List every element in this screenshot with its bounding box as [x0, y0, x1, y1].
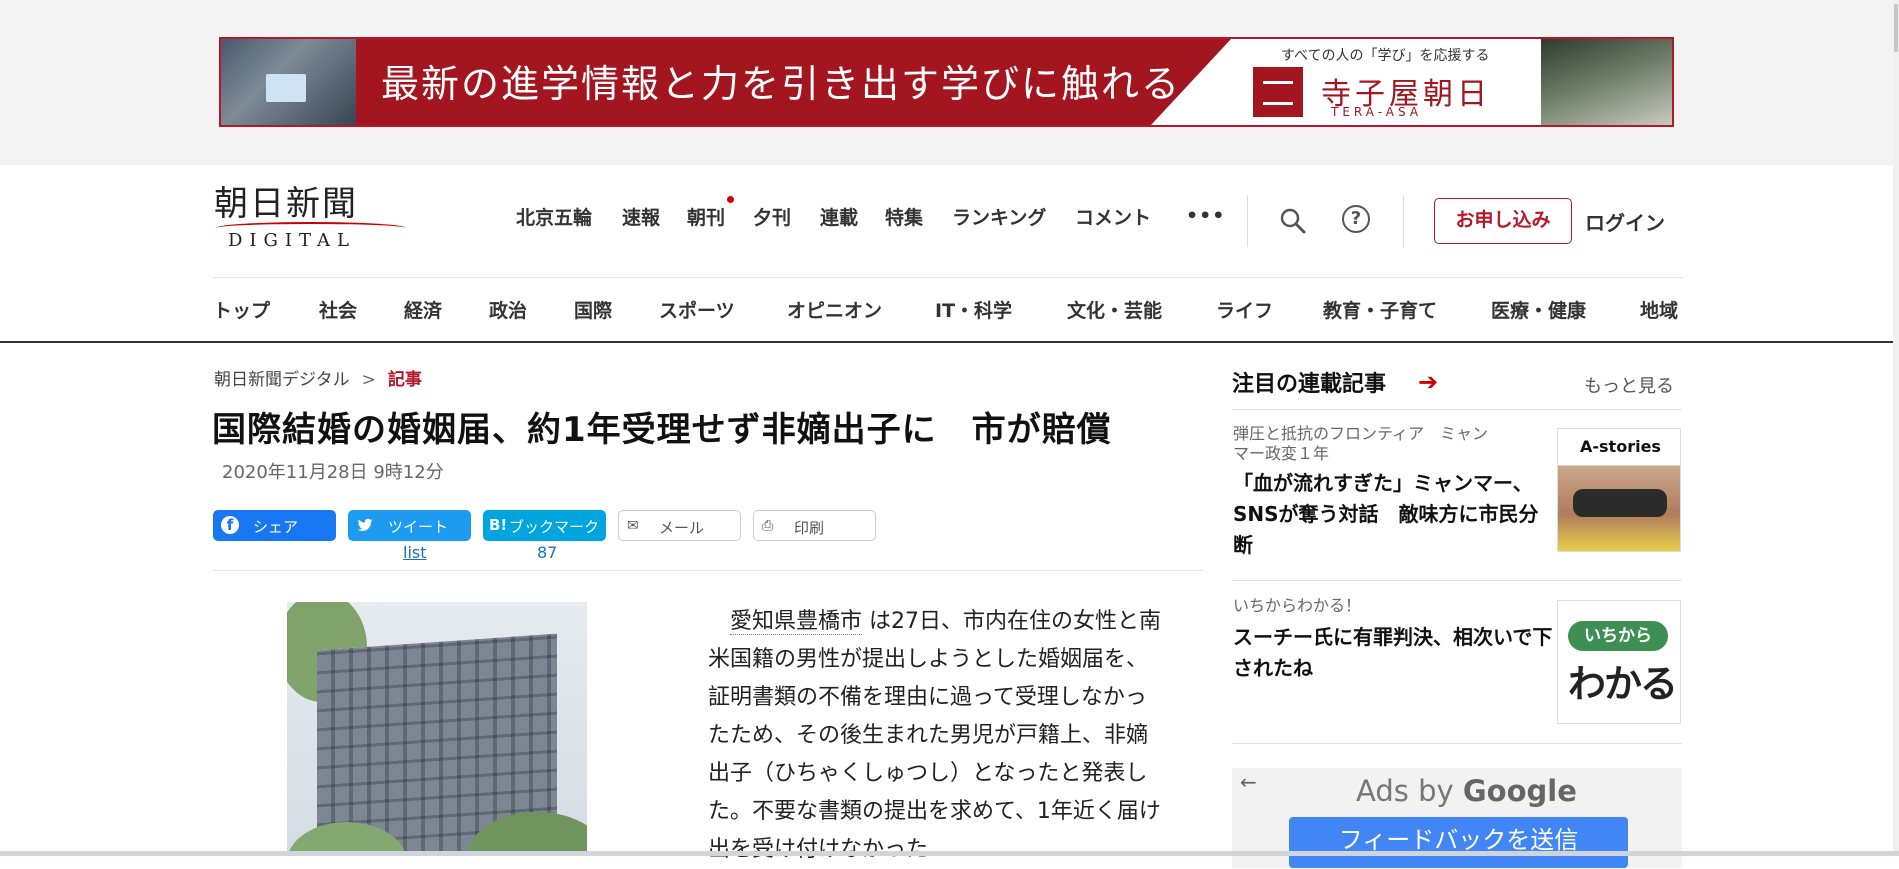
sidebar-item-1-title[interactable]: 「血が流れすぎた」ミャンマー、SNSが奪う対話 敵味方に市民分断: [1233, 468, 1558, 561]
twitter-icon: [357, 518, 373, 532]
article-photo[interactable]: [287, 602, 587, 856]
category-life[interactable]: ライフ: [1216, 296, 1273, 323]
more-icon[interactable]: •••: [1186, 205, 1225, 227]
login-link[interactable]: ログイン: [1585, 207, 1665, 236]
sidebar-item-1-thumbnail[interactable]: A-stories: [1557, 428, 1681, 552]
category-local[interactable]: 地域: [1640, 296, 1678, 323]
help-icon[interactable]: ?: [1342, 205, 1370, 233]
category-international[interactable]: 国際: [574, 296, 612, 323]
banner-tagline: すべての人の「学び」を応援する: [1281, 48, 1490, 64]
bottom-scroll-indicator: [0, 851, 1899, 856]
nav-item-series[interactable]: 連載: [820, 203, 858, 230]
sidebar-heading[interactable]: 注目の連載記事: [1232, 366, 1386, 398]
article-title: 国際結婚の婚姻届、約1年受理せず非嫡出子に 市が賠償: [212, 410, 1112, 450]
breadcrumb: 朝日新聞デジタル > 記事: [214, 365, 422, 390]
wakaru-logo: わかる!: [1568, 653, 1680, 708]
banner-photo-right: [1541, 39, 1672, 125]
sidebar-item-1-kicker[interactable]: 弾圧と抵抗のフロンティア ミャンマー政変１年: [1233, 424, 1493, 464]
nav-separator-2: [1403, 195, 1404, 247]
breadcrumb-current: 記事: [387, 370, 422, 390]
a-stories-logo: A-stories: [1580, 437, 1661, 456]
wakaru-exclamation: !: [1676, 662, 1680, 706]
banner-diagonal: [1151, 39, 1231, 125]
send-feedback-button[interactable]: フィードバックを送信: [1289, 817, 1628, 868]
nav-item-features[interactable]: 特集: [885, 203, 923, 230]
category-it-science[interactable]: IT・科学: [935, 296, 1012, 323]
twitter-tweet-label: ツイート: [388, 518, 449, 536]
sidebar-more-link[interactable]: もっと見る: [1584, 372, 1674, 398]
arrow-right-icon[interactable]: ➔: [1418, 368, 1438, 396]
sidebar-divider-bottom: [1232, 743, 1682, 744]
sidebar-divider-top: [1232, 409, 1682, 410]
print-icon: ⎙: [762, 518, 774, 534]
print-button[interactable]: ⎙ 印刷: [753, 510, 876, 541]
article-body-text: は27日、市内在住の女性と南米国籍の男性が提出しようとした婚姻届を、証明書類の不…: [708, 609, 1162, 862]
category-education[interactable]: 教育・子育て: [1323, 296, 1437, 323]
print-label: 印刷: [794, 519, 825, 537]
nav-item-ranking[interactable]: ランキング: [952, 203, 1046, 230]
hatena-icon: B!: [489, 516, 508, 534]
hatena-bookmark-label: ブックマーク: [509, 518, 600, 536]
facebook-icon: f: [221, 516, 239, 534]
banner-photo-left: [221, 39, 356, 125]
sidebar-item-2-thumbnail[interactable]: いちから わかる!: [1557, 600, 1681, 724]
site-logo[interactable]: 朝日新聞 DIGITAL: [214, 186, 409, 252]
hatena-bookmark-button[interactable]: B! ブックマーク: [483, 510, 606, 541]
hatena-count[interactable]: 87: [537, 543, 557, 562]
article-body: 愛知県豊橋市 は27日、市内在住の女性と南米国籍の男性が提出しようとした婚姻届を…: [708, 603, 1168, 869]
subscribe-button[interactable]: お申し込み: [1434, 198, 1572, 244]
facebook-share-label: シェア: [253, 518, 299, 536]
banner-brand-en: TERA-ASA: [1331, 105, 1423, 119]
twitter-count-link[interactable]: list: [403, 543, 427, 562]
share-divider: [213, 570, 1203, 571]
nav-item-morning[interactable]: 朝刊: [687, 203, 725, 230]
thumbnail-face-mask: [1573, 489, 1667, 517]
nav-separator: [1247, 195, 1248, 247]
ads-by-label: Ads by: [1356, 774, 1454, 808]
category-health[interactable]: 医療・健康: [1491, 296, 1586, 323]
ads-by-google[interactable]: Ads by Google: [1356, 774, 1577, 808]
logo-en: DIGITAL: [228, 230, 357, 251]
mail-button[interactable]: ✉ メール: [618, 510, 741, 541]
breadcrumb-home[interactable]: 朝日新聞デジタル: [214, 370, 350, 390]
ichikara-pill: いちから: [1568, 621, 1668, 651]
nav-item-breaking[interactable]: 速報: [622, 203, 660, 230]
header-divider: [213, 277, 1683, 278]
sidebar-divider-mid: [1232, 580, 1682, 581]
nav-item-olympics[interactable]: 北京五輪: [516, 203, 592, 230]
category-economy[interactable]: 経済: [404, 296, 442, 323]
banner-headline: 最新の進学情報と力を引き出す学びに触れる: [381, 62, 1182, 106]
mail-icon: ✉: [627, 518, 639, 534]
back-arrow-icon[interactable]: ←: [1240, 770, 1257, 794]
category-sports[interactable]: スポーツ: [659, 296, 735, 323]
logo-jp: 朝日新聞: [214, 184, 358, 224]
wakaru-text: わかる: [1568, 662, 1678, 706]
category-top[interactable]: トップ: [213, 296, 270, 323]
category-nav-underline: [0, 341, 1899, 343]
search-icon[interactable]: [1279, 207, 1307, 235]
category-politics[interactable]: 政治: [489, 296, 527, 323]
category-society[interactable]: 社会: [319, 296, 357, 323]
article-place-link[interactable]: 愛知県豊橋市: [730, 609, 863, 635]
sidebar-item-2-kicker[interactable]: いちからわかる！: [1233, 596, 1493, 616]
facebook-share-button[interactable]: f シェア: [213, 510, 336, 541]
category-culture[interactable]: 文化・芸能: [1067, 296, 1162, 323]
tera-asa-banner[interactable]: 最新の進学情報と力を引き出す学びに触れる すべての人の「学び」を応援する 寺子屋…: [219, 37, 1674, 127]
scrollbar-thumb[interactable]: [1894, 4, 1898, 52]
google-label: Google: [1462, 774, 1577, 808]
twitter-tweet-button[interactable]: ツイート: [348, 510, 471, 541]
sidebar-item-2-title[interactable]: スーチー氏に有罪判決、相次いで下されたね: [1233, 622, 1558, 684]
new-indicator-dot: [727, 196, 734, 203]
breadcrumb-separator: >: [361, 370, 376, 390]
category-opinion[interactable]: オピニオン: [787, 296, 882, 323]
article-paragraph: 愛知県豊橋市 は27日、市内在住の女性と南米国籍の男性が提出しようとした婚姻届を…: [708, 603, 1168, 869]
scrollbar-track[interactable]: [1893, 0, 1899, 856]
article-date: 2020年11月28日 9時12分: [222, 462, 444, 483]
tera-asa-logo-icon: [1253, 67, 1303, 117]
mail-label: メール: [659, 519, 705, 537]
nav-item-comments[interactable]: コメント: [1075, 203, 1151, 230]
nav-item-evening[interactable]: 夕刊: [753, 203, 791, 230]
